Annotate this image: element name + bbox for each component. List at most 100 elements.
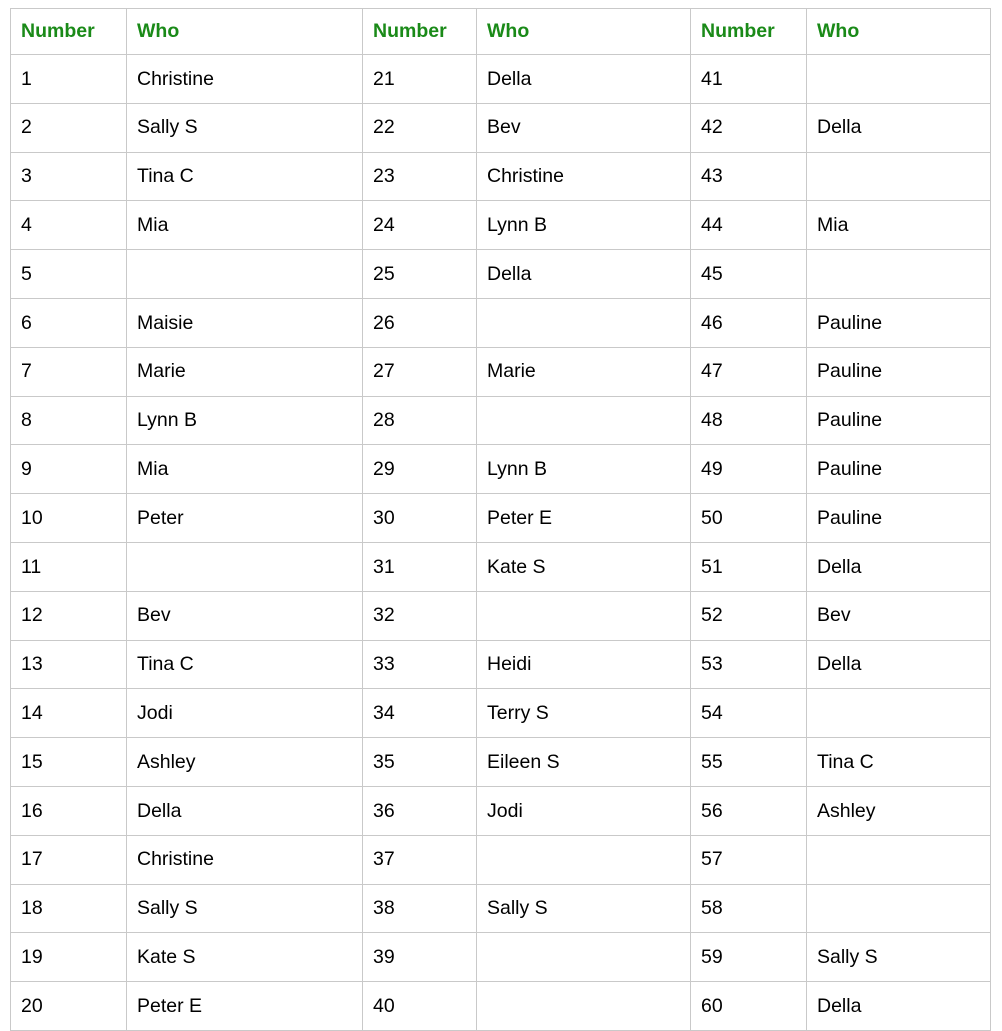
cell-number-3[interactable]: 51: [690, 541, 807, 592]
cell-number-3[interactable]: 48: [690, 395, 807, 446]
cell-number-1[interactable]: 12: [10, 590, 127, 641]
cell-number-3[interactable]: 60: [690, 981, 807, 1031]
cell-who-3[interactable]: [806, 834, 991, 885]
cell-number-2[interactable]: 25: [362, 249, 477, 299]
cell-number-2[interactable]: 24: [362, 200, 477, 251]
cell-number-2[interactable]: 26: [362, 297, 477, 348]
cell-number-1[interactable]: 1: [10, 54, 127, 104]
cell-who-1[interactable]: Della: [126, 785, 363, 836]
cell-number-2[interactable]: 32: [362, 590, 477, 641]
cell-number-3[interactable]: 52: [690, 590, 807, 641]
column-header-number-1[interactable]: Number: [10, 8, 127, 55]
cell-number-3[interactable]: 53: [690, 639, 807, 690]
cell-who-1[interactable]: Mia: [126, 444, 363, 495]
cell-number-3[interactable]: 41: [690, 54, 807, 104]
cell-number-2[interactable]: 40: [362, 981, 477, 1031]
cell-who-3[interactable]: Ashley: [806, 785, 991, 836]
cell-who-1[interactable]: Sally S: [126, 102, 363, 153]
cell-number-2[interactable]: 31: [362, 541, 477, 592]
cell-who-3[interactable]: [806, 249, 991, 299]
cell-number-2[interactable]: 39: [362, 932, 477, 983]
cell-who-3[interactable]: Della: [806, 981, 991, 1031]
cell-who-2[interactable]: Della: [476, 54, 691, 104]
cell-number-2[interactable]: 29: [362, 444, 477, 495]
cell-who-1[interactable]: Maisie: [126, 297, 363, 348]
cell-number-3[interactable]: 47: [690, 346, 807, 397]
cell-who-3[interactable]: Della: [806, 639, 991, 690]
cell-who-3[interactable]: Pauline: [806, 444, 991, 495]
cell-number-1[interactable]: 15: [10, 737, 127, 787]
cell-number-2[interactable]: 33: [362, 639, 477, 690]
cell-who-2[interactable]: [476, 834, 691, 885]
cell-who-2[interactable]: Eileen S: [476, 737, 691, 787]
cell-who-3[interactable]: Pauline: [806, 493, 991, 543]
cell-number-1[interactable]: 7: [10, 346, 127, 397]
cell-who-2[interactable]: Della: [476, 249, 691, 299]
cell-who-1[interactable]: Kate S: [126, 932, 363, 983]
cell-who-3[interactable]: [806, 688, 991, 739]
cell-who-3[interactable]: Sally S: [806, 932, 991, 983]
cell-who-3[interactable]: Bev: [806, 590, 991, 641]
cell-number-3[interactable]: 55: [690, 737, 807, 787]
cell-number-1[interactable]: 10: [10, 493, 127, 543]
cell-who-1[interactable]: Christine: [126, 834, 363, 885]
cell-who-2[interactable]: Christine: [476, 151, 691, 202]
cell-number-3[interactable]: 56: [690, 785, 807, 836]
column-header-number-2[interactable]: Number: [362, 8, 477, 55]
cell-who-2[interactable]: [476, 590, 691, 641]
cell-who-1[interactable]: Tina C: [126, 639, 363, 690]
column-header-who-1[interactable]: Who: [126, 8, 363, 55]
cell-number-3[interactable]: 59: [690, 932, 807, 983]
cell-who-1[interactable]: Jodi: [126, 688, 363, 739]
cell-who-2[interactable]: Marie: [476, 346, 691, 397]
cell-who-2[interactable]: [476, 395, 691, 446]
cell-who-3[interactable]: Pauline: [806, 346, 991, 397]
cell-who-3[interactable]: Mia: [806, 200, 991, 251]
cell-who-2[interactable]: Lynn B: [476, 444, 691, 495]
cell-number-1[interactable]: 4: [10, 200, 127, 251]
cell-who-3[interactable]: Pauline: [806, 297, 991, 348]
cell-number-3[interactable]: 46: [690, 297, 807, 348]
cell-who-1[interactable]: Christine: [126, 54, 363, 104]
cell-who-3[interactable]: Tina C: [806, 737, 991, 787]
cell-number-2[interactable]: 34: [362, 688, 477, 739]
cell-who-1[interactable]: Marie: [126, 346, 363, 397]
cell-number-1[interactable]: 18: [10, 883, 127, 934]
cell-who-2[interactable]: Heidi: [476, 639, 691, 690]
cell-who-3[interactable]: Della: [806, 102, 991, 153]
cell-number-1[interactable]: 14: [10, 688, 127, 739]
cell-number-1[interactable]: 6: [10, 297, 127, 348]
cell-number-1[interactable]: 3: [10, 151, 127, 202]
cell-number-3[interactable]: 50: [690, 493, 807, 543]
cell-who-3[interactable]: [806, 151, 991, 202]
cell-who-1[interactable]: Tina C: [126, 151, 363, 202]
cell-number-2[interactable]: 22: [362, 102, 477, 153]
cell-number-2[interactable]: 23: [362, 151, 477, 202]
cell-number-3[interactable]: 45: [690, 249, 807, 299]
cell-number-2[interactable]: 21: [362, 54, 477, 104]
cell-who-1[interactable]: Peter: [126, 493, 363, 543]
cell-who-2[interactable]: Terry S: [476, 688, 691, 739]
cell-number-1[interactable]: 16: [10, 785, 127, 836]
cell-who-1[interactable]: Sally S: [126, 883, 363, 934]
cell-number-1[interactable]: 13: [10, 639, 127, 690]
cell-number-1[interactable]: 8: [10, 395, 127, 446]
cell-who-2[interactable]: [476, 297, 691, 348]
cell-who-3[interactable]: Della: [806, 541, 991, 592]
cell-number-1[interactable]: 19: [10, 932, 127, 983]
cell-who-2[interactable]: Sally S: [476, 883, 691, 934]
cell-who-2[interactable]: Jodi: [476, 785, 691, 836]
cell-number-1[interactable]: 20: [10, 981, 127, 1031]
cell-number-2[interactable]: 27: [362, 346, 477, 397]
cell-who-2[interactable]: Kate S: [476, 541, 691, 592]
cell-number-2[interactable]: 28: [362, 395, 477, 446]
cell-number-2[interactable]: 36: [362, 785, 477, 836]
cell-number-1[interactable]: 11: [10, 541, 127, 592]
cell-number-3[interactable]: 43: [690, 151, 807, 202]
cell-number-3[interactable]: 49: [690, 444, 807, 495]
cell-who-3[interactable]: [806, 54, 991, 104]
cell-number-3[interactable]: 54: [690, 688, 807, 739]
cell-who-2[interactable]: [476, 932, 691, 983]
cell-number-3[interactable]: 57: [690, 834, 807, 885]
column-header-who-3[interactable]: Who: [806, 8, 991, 55]
